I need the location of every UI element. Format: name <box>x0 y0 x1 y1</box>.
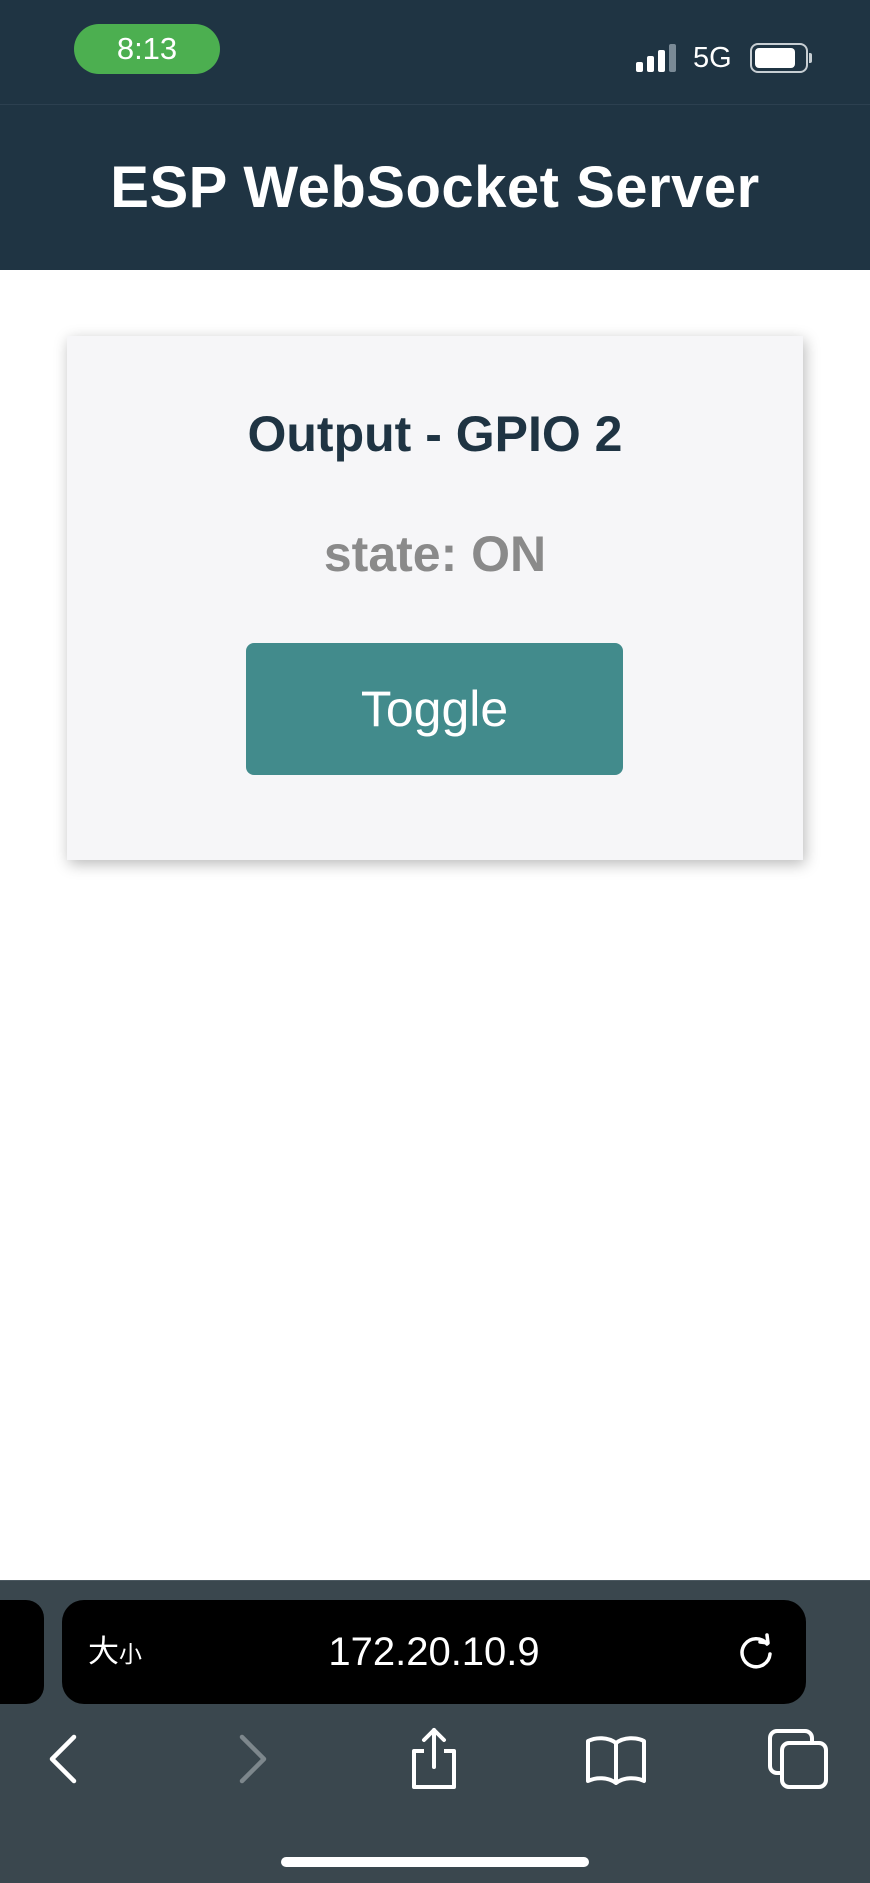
home-indicator <box>281 1857 589 1867</box>
browser-toolbar: 大小 172.20.10.9 <box>0 1580 870 1883</box>
network-type: 5G <box>693 42 732 74</box>
previous-tab-preview[interactable] <box>0 1600 44 1704</box>
page-header: ESP WebSocket Server <box>0 104 870 270</box>
url-text[interactable]: 172.20.10.9 <box>62 1600 806 1704</box>
toggle-button[interactable]: Toggle <box>246 643 623 775</box>
address-bar[interactable]: 大小 172.20.10.9 <box>62 1600 806 1704</box>
status-time[interactable]: 8:13 <box>74 24 220 74</box>
back-icon[interactable] <box>32 1727 96 1791</box>
tabs-icon[interactable] <box>766 1727 830 1791</box>
page-title: ESP WebSocket Server <box>110 155 760 220</box>
state-label: state: ON <box>323 526 547 582</box>
bookmarks-icon[interactable] <box>584 1727 648 1791</box>
card-title: Output - GPIO 2 <box>247 406 623 462</box>
cellular-signal-icon <box>636 44 678 72</box>
forward-icon[interactable] <box>220 1727 284 1791</box>
status-bar: 8:13 5G <box>0 0 870 104</box>
gpio-card: Output - GPIO 2 state: ON Toggle <box>67 336 803 860</box>
battery-icon <box>750 43 812 73</box>
reload-icon[interactable] <box>734 1630 778 1674</box>
share-icon[interactable] <box>402 1727 466 1791</box>
